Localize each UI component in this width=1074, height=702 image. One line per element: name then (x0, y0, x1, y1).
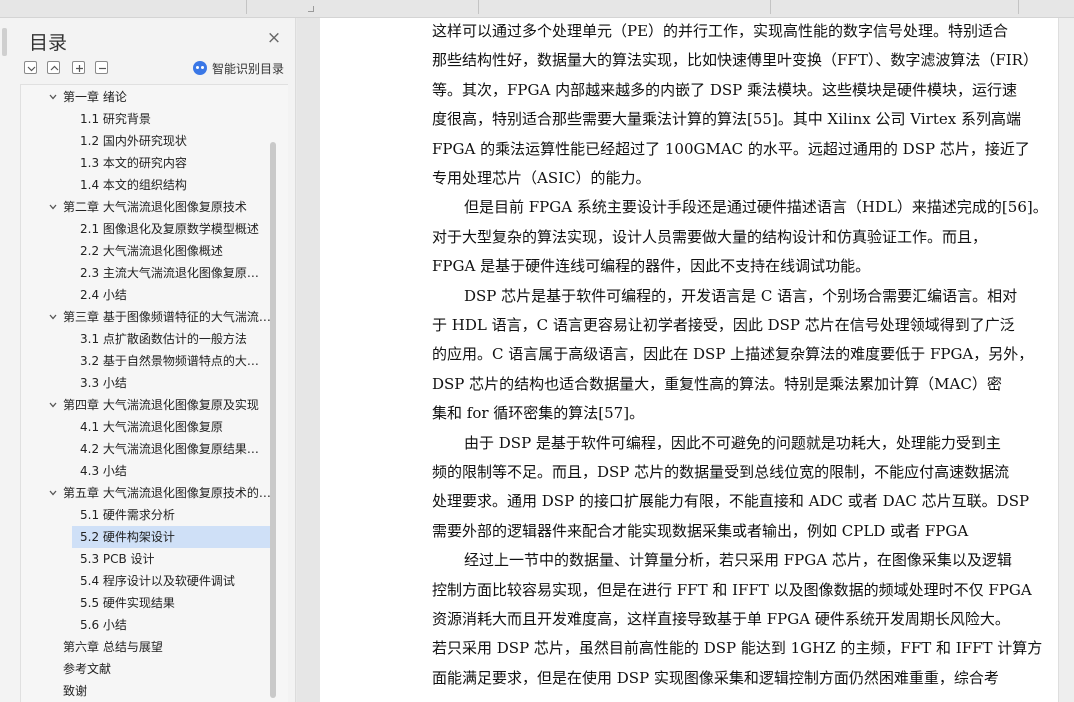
document-text-line: 这样可以通过多个处理单元（PE）的并行工作，实现高性能的数字信号处理。特别适合 (432, 22, 1009, 40)
document-text-line: 若只采用 DSP 芯片，虽然目前高性能的 DSP 能达到 1GHZ 的主频，FF… (432, 639, 1043, 658)
document-text-line: 专用处理芯片（ASIC）的能力。 (432, 169, 651, 187)
add-heading-icon[interactable] (72, 61, 85, 74)
toc-section-item[interactable]: 5.2 硬件构架设计 (72, 526, 270, 548)
outline-panel: 目录 × 智能识别目录 第一章 绪论 1.1 研究背景 1.2 国内外研究现状 1.3… (0, 18, 296, 702)
document-scrollbar[interactable] (1058, 18, 1074, 702)
document-text-line: 于 HDL 语言，C 语言更容易让初学者接受，因此 DSP 芯片在信号处理领域得… (432, 316, 1015, 334)
document-text-line: 处理要求。通用 DSP 的接口扩展能力有限，不能直接和 ADC 或者 DAC 芯… (432, 492, 1030, 511)
outline-scrollbar[interactable] (270, 142, 276, 698)
document-text-line: 资源消耗大而且开发难度高，这样直接导致基于单 FPGA 硬件系统开发周期长风险大… (432, 610, 1010, 628)
panel-gap (297, 18, 320, 702)
toc-section-item[interactable]: 5.1 硬件需求分析 (72, 504, 260, 526)
toc-section-item[interactable]: 1.4 本文的组织结构 (72, 174, 260, 196)
toc-section-item[interactable]: 5.3 PCB 设计 (72, 548, 260, 570)
outline-title: 目录 (29, 32, 68, 54)
toc-section-item[interactable]: 4.1 大气湍流退化图像复原 (72, 416, 260, 438)
document-text-line: 的应用。C 语言属于高级语言，因此在 DSP 上描述复杂算法的难度要低于 FPG… (432, 345, 1034, 364)
expand-all-icon[interactable] (47, 61, 60, 74)
toc-section-item[interactable]: 5.4 程序设计以及软硬件调试 (72, 570, 260, 592)
toolbar-divider (1018, 0, 1019, 14)
toc-section-item[interactable]: 2.2 大气湍流退化图像概述 (72, 240, 260, 262)
toolbar-divider (770, 0, 771, 14)
document-text-line: DSP 芯片是基于软件可编程的，开发语言是 C 语言，个别场合需要汇编语言。相对 (464, 286, 1018, 305)
toc-chapter-item[interactable]: 第二章 大气湍流退化图像复原技术 (63, 196, 273, 218)
chevron-down-icon[interactable] (48, 312, 58, 322)
chevron-down-icon[interactable] (48, 202, 58, 212)
document-text-line: 由于 DSP 是基于软件可编程，因此不可避免的问题就是功耗大，处理能力受到主 (464, 433, 1001, 452)
toc-section-item[interactable]: 3.2 基于自然景物频谱特点的大气湍流 (72, 350, 260, 372)
document-text-line: 那些结构性好，数据量大的算法实现，比如快速傅里叶变换（FFT）、数字滤波算法（F… (432, 51, 1038, 70)
document-text-line: 频的限制等不足。而且，DSP 芯片的数据量受到总线位宽的限制，不能应付高速数据流 (432, 463, 1010, 481)
document-text-line: FPGA 的乘法运算性能已经超过了 100GMAC 的水平。远超过通用的 DSP… (432, 139, 1030, 158)
chevron-down-icon[interactable] (48, 92, 58, 102)
toc-section-item[interactable]: 5.6 小结 (72, 614, 260, 636)
toc-section-item[interactable]: 3.3 小结 (72, 372, 260, 394)
toc-section-item[interactable]: 2.4 小结 (72, 284, 260, 306)
resize-corner-icon[interactable] (308, 6, 314, 12)
toc-section-item[interactable]: 3.1 点扩散函数估计的一般方法 (72, 328, 260, 350)
toc-chapter-item[interactable]: 第一章 绪论 (63, 86, 273, 108)
document-text-line: 对于大型复杂的算法实现，设计人员需要做大量的结构设计和仿真验证工作。而且， (432, 227, 988, 246)
toc-section-item[interactable]: 1.3 本文的研究内容 (72, 152, 260, 174)
document-text-line: 需要外部的逻辑器件来配合才能实现数据采集或者输出，例如 CPLD 或者 FPGA (432, 521, 969, 540)
document-text-line: 等。其次，FPGA 内部越来越多的内嵌了 DSP 乘法模块。这些模块是硬件模块，… (432, 80, 1018, 99)
toc-section-item[interactable]: 2.1 图像退化及复原数学模型概述 (72, 218, 260, 240)
robot-icon (193, 61, 207, 75)
document-text-line: 集和 for 循环密集的算法[57]。 (432, 404, 645, 423)
top-toolbar-strip (0, 0, 1074, 18)
toc-chapter-item[interactable]: 第四章 大气湍流退化图像复原及实现 (63, 394, 273, 416)
toc-section-item[interactable]: 4.3 小结 (72, 460, 260, 482)
toc-chapter-item[interactable]: 第五章 大气湍流退化图像复原技术的硬件实现 (63, 482, 273, 504)
toc-section-item[interactable]: 5.5 硬件实现结果 (72, 592, 260, 614)
document-text-line: FPGA 是基于硬件连线可编程的器件，因此不支持在线调试功能。 (432, 257, 871, 276)
collapse-all-icon[interactable] (24, 61, 37, 74)
document-text-line: DSP 芯片的结构也适合数据量大，重复性高的算法。特别是乘法累加计算（MAC）密 (432, 374, 1002, 393)
close-icon[interactable]: × (266, 30, 282, 47)
remove-heading-icon[interactable] (95, 61, 108, 74)
smart-toc-button[interactable]: 智能识别目录 (193, 60, 284, 76)
chevron-down-icon[interactable] (48, 488, 58, 498)
toc-chapter-item[interactable]: 参考文献 (63, 658, 273, 680)
panel-side-tab[interactable] (2, 28, 7, 56)
document-text-line: 度很高，特别适合那些需要大量乘法计算的算法[55]。其中 Xilinx 公司 V… (432, 110, 1021, 129)
toc-section-item[interactable]: 1.2 国内外研究现状 (72, 130, 260, 152)
toc-section-item[interactable]: 2.3 主流大气湍流退化图像复原技术 (72, 262, 260, 284)
toc-chapter-item[interactable]: 致谢 (63, 680, 273, 702)
document-text-line: 控制方面比较容易实现，但是在进行 FFT 和 IFFT 以及图像数据的频域处理时… (432, 580, 1032, 599)
chevron-down-icon[interactable] (48, 400, 58, 410)
smart-toc-label: 智能识别目录 (212, 61, 285, 76)
toolbar-divider (246, 0, 247, 14)
document-text-line: 经过上一节中的数据量、计算量分析，若只采用 FPGA 芯片，在图像采集以及逻辑 (464, 551, 1012, 570)
toolbar-divider (478, 0, 479, 14)
document-text-line: 面能满足要求，但是在使用 DSP 实现图像采集和逻辑控制方面仍然困难重重，综合考 (432, 668, 999, 687)
document-text-line: 但是目前 FPGA 系统主要设计手段还是通过硬件描述语言（HDL）来描述完成的[… (464, 198, 1048, 217)
toc-section-item[interactable]: 4.2 大气湍流退化图像复原结果分析 (72, 438, 260, 460)
document-page[interactable]: 这样可以通过多个处理单元（PE）的并行工作，实现高性能的数字信号处理。特别适合那… (320, 18, 1058, 702)
toc-chapter-item[interactable]: 第六章 总结与展望 (63, 636, 273, 658)
toc-chapter-item[interactable]: 第三章 基于图像频谱特征的大气湍流退化图像复原 (63, 306, 273, 328)
toc-section-item[interactable]: 1.1 研究背景 (72, 108, 260, 130)
